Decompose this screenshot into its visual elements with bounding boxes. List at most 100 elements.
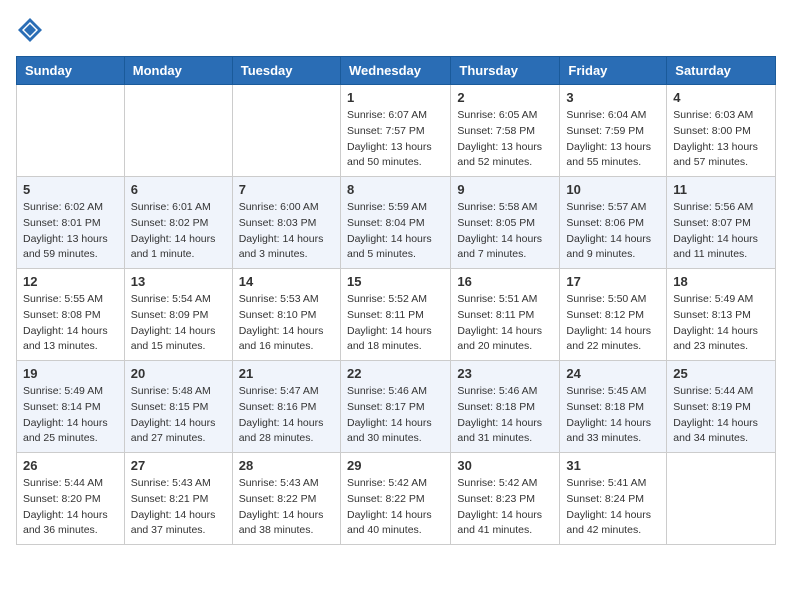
day-header-wednesday: Wednesday [340, 57, 450, 85]
calendar-cell: 10 Sunrise: 5:57 AMSunset: 8:06 PMDayligh… [560, 177, 667, 269]
calendar-cell: 19 Sunrise: 5:49 AMSunset: 8:14 PMDayligh… [17, 361, 125, 453]
calendar-cell: 21 Sunrise: 5:47 AMSunset: 8:16 PMDayligh… [232, 361, 340, 453]
page-header [16, 16, 776, 44]
calendar-cell: 7 Sunrise: 6:00 AMSunset: 8:03 PMDaylight… [232, 177, 340, 269]
day-info: Sunrise: 5:59 AMSunset: 8:04 PMDaylight:… [347, 200, 444, 263]
day-header-monday: Monday [124, 57, 232, 85]
day-info: Sunrise: 5:43 AMSunset: 8:22 PMDaylight:… [239, 476, 334, 539]
day-info: Sunrise: 5:44 AMSunset: 8:20 PMDaylight:… [23, 476, 118, 539]
day-info: Sunrise: 5:51 AMSunset: 8:11 PMDaylight:… [457, 292, 553, 355]
day-header-tuesday: Tuesday [232, 57, 340, 85]
day-info: Sunrise: 6:05 AMSunset: 7:58 PMDaylight:… [457, 108, 553, 171]
calendar-cell [17, 85, 125, 177]
day-info: Sunrise: 5:46 AMSunset: 8:17 PMDaylight:… [347, 384, 444, 447]
calendar-cell: 16Sunrise: 5:51 AMSunset: 8:11 PMDayligh… [451, 269, 560, 361]
calendar-week-1: 1 Sunrise: 6:07 AMSunset: 7:57 PMDaylight… [17, 85, 776, 177]
day-number: 15 [347, 274, 444, 289]
calendar-week-2: 5 Sunrise: 6:02 AMSunset: 8:01 PMDaylight… [17, 177, 776, 269]
day-number: 11 [673, 182, 769, 197]
day-number: 19 [23, 366, 118, 381]
day-info: Sunrise: 6:07 AMSunset: 7:57 PMDaylight:… [347, 108, 444, 171]
day-number: 6 [131, 182, 226, 197]
day-number: 14 [239, 274, 334, 289]
day-info: Sunrise: 5:49 AMSunset: 8:14 PMDaylight:… [23, 384, 118, 447]
day-header-thursday: Thursday [451, 57, 560, 85]
day-info: Sunrise: 6:03 AMSunset: 8:00 PMDaylight:… [673, 108, 769, 171]
day-info: Sunrise: 6:01 AMSunset: 8:02 PMDaylight:… [131, 200, 226, 263]
day-info: Sunrise: 5:48 AMSunset: 8:15 PMDaylight:… [131, 384, 226, 447]
logo-icon [16, 16, 44, 44]
calendar-cell: 15 Sunrise: 5:52 AMSunset: 8:11 PMDayligh… [340, 269, 450, 361]
calendar-cell: 25 Sunrise: 5:44 AMSunset: 8:19 PMDayligh… [667, 361, 776, 453]
calendar-table: SundayMondayTuesdayWednesdayThursdayFrid… [16, 56, 776, 545]
calendar-cell: 31Sunrise: 5:41 AMSunset: 8:24 PMDayligh… [560, 453, 667, 545]
day-info: Sunrise: 6:00 AMSunset: 8:03 PMDaylight:… [239, 200, 334, 263]
calendar-cell [124, 85, 232, 177]
calendar-cell: 11Sunrise: 5:56 AMSunset: 8:07 PMDayligh… [667, 177, 776, 269]
day-info: Sunrise: 6:04 AMSunset: 7:59 PMDaylight:… [566, 108, 660, 171]
calendar-cell: 2 Sunrise: 6:05 AMSunset: 7:58 PMDaylight… [451, 85, 560, 177]
calendar-cell: 23 Sunrise: 5:46 AMSunset: 8:18 PMDayligh… [451, 361, 560, 453]
calendar-cell: 6 Sunrise: 6:01 AMSunset: 8:02 PMDaylight… [124, 177, 232, 269]
day-info: Sunrise: 5:57 AMSunset: 8:06 PMDaylight:… [566, 200, 660, 263]
day-info: Sunrise: 5:53 AMSunset: 8:10 PMDaylight:… [239, 292, 334, 355]
day-info: Sunrise: 5:58 AMSunset: 8:05 PMDaylight:… [457, 200, 553, 263]
day-number: 24 [566, 366, 660, 381]
calendar-week-5: 26Sunrise: 5:44 AMSunset: 8:20 PMDayligh… [17, 453, 776, 545]
day-number: 29 [347, 458, 444, 473]
day-info: Sunrise: 5:45 AMSunset: 8:18 PMDaylight:… [566, 384, 660, 447]
calendar-cell: 14 Sunrise: 5:53 AMSunset: 8:10 PMDayligh… [232, 269, 340, 361]
calendar-cell: 5 Sunrise: 6:02 AMSunset: 8:01 PMDaylight… [17, 177, 125, 269]
calendar-cell: 30 Sunrise: 5:42 AMSunset: 8:23 PMDayligh… [451, 453, 560, 545]
calendar-week-3: 12Sunrise: 5:55 AMSunset: 8:08 PMDayligh… [17, 269, 776, 361]
day-info: Sunrise: 5:46 AMSunset: 8:18 PMDaylight:… [457, 384, 553, 447]
calendar-week-4: 19 Sunrise: 5:49 AMSunset: 8:14 PMDayligh… [17, 361, 776, 453]
day-number: 28 [239, 458, 334, 473]
calendar-cell: 8Sunrise: 5:59 AMSunset: 8:04 PMDaylight… [340, 177, 450, 269]
calendar-cell: 9 Sunrise: 5:58 AMSunset: 8:05 PMDaylight… [451, 177, 560, 269]
day-info: Sunrise: 5:50 AMSunset: 8:12 PMDaylight:… [566, 292, 660, 355]
day-number: 5 [23, 182, 118, 197]
day-number: 1 [347, 90, 444, 105]
calendar-cell: 22 Sunrise: 5:46 AMSunset: 8:17 PMDayligh… [340, 361, 450, 453]
day-number: 23 [457, 366, 553, 381]
day-info: Sunrise: 5:44 AMSunset: 8:19 PMDaylight:… [673, 384, 769, 447]
calendar-cell: 12Sunrise: 5:55 AMSunset: 8:08 PMDayligh… [17, 269, 125, 361]
day-info: Sunrise: 5:41 AMSunset: 8:24 PMDaylight:… [566, 476, 660, 539]
calendar-cell: 18 Sunrise: 5:49 AMSunset: 8:13 PMDayligh… [667, 269, 776, 361]
calendar-cell: 24 Sunrise: 5:45 AMSunset: 8:18 PMDayligh… [560, 361, 667, 453]
calendar-cell: 17 Sunrise: 5:50 AMSunset: 8:12 PMDayligh… [560, 269, 667, 361]
day-number: 2 [457, 90, 553, 105]
day-info: Sunrise: 6:02 AMSunset: 8:01 PMDaylight:… [23, 200, 118, 263]
calendar-cell: 20 Sunrise: 5:48 AMSunset: 8:15 PMDayligh… [124, 361, 232, 453]
day-number: 17 [566, 274, 660, 289]
day-info: Sunrise: 5:52 AMSunset: 8:11 PMDaylight:… [347, 292, 444, 355]
day-number: 18 [673, 274, 769, 289]
calendar-cell: 13Sunrise: 5:54 AMSunset: 8:09 PMDayligh… [124, 269, 232, 361]
day-number: 20 [131, 366, 226, 381]
day-header-friday: Friday [560, 57, 667, 85]
calendar-cell: 28 Sunrise: 5:43 AMSunset: 8:22 PMDayligh… [232, 453, 340, 545]
calendar-cell: 3Sunrise: 6:04 AMSunset: 7:59 PMDaylight… [560, 85, 667, 177]
day-header-saturday: Saturday [667, 57, 776, 85]
calendar-cell [667, 453, 776, 545]
day-number: 22 [347, 366, 444, 381]
calendar-cell: 29 Sunrise: 5:42 AMSunset: 8:22 PMDayligh… [340, 453, 450, 545]
calendar-cell: 27Sunrise: 5:43 AMSunset: 8:21 PMDayligh… [124, 453, 232, 545]
day-info: Sunrise: 5:42 AMSunset: 8:22 PMDaylight:… [347, 476, 444, 539]
day-number: 25 [673, 366, 769, 381]
day-number: 7 [239, 182, 334, 197]
day-number: 10 [566, 182, 660, 197]
day-number: 13 [131, 274, 226, 289]
day-number: 27 [131, 458, 226, 473]
day-info: Sunrise: 5:49 AMSunset: 8:13 PMDaylight:… [673, 292, 769, 355]
calendar-cell: 1 Sunrise: 6:07 AMSunset: 7:57 PMDaylight… [340, 85, 450, 177]
day-number: 9 [457, 182, 553, 197]
calendar-header-row: SundayMondayTuesdayWednesdayThursdayFrid… [17, 57, 776, 85]
day-info: Sunrise: 5:47 AMSunset: 8:16 PMDaylight:… [239, 384, 334, 447]
day-info: Sunrise: 5:42 AMSunset: 8:23 PMDaylight:… [457, 476, 553, 539]
calendar-cell: 26Sunrise: 5:44 AMSunset: 8:20 PMDayligh… [17, 453, 125, 545]
day-number: 21 [239, 366, 334, 381]
day-info: Sunrise: 5:55 AMSunset: 8:08 PMDaylight:… [23, 292, 118, 355]
day-number: 30 [457, 458, 553, 473]
